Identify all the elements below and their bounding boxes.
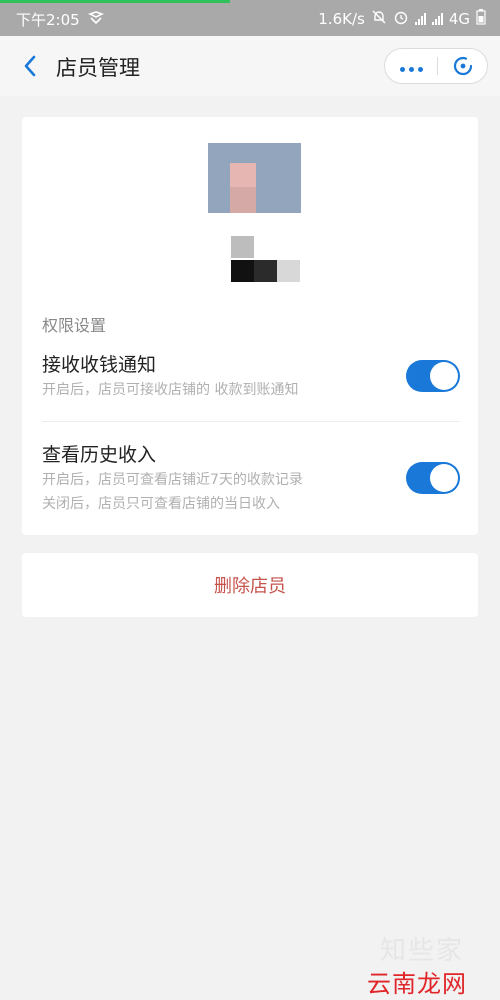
alarm-icon <box>393 9 409 29</box>
member-name-pixelated <box>231 236 301 282</box>
receive-notification-toggle[interactable] <box>406 360 460 392</box>
close-mini-program-button[interactable] <box>438 49 488 83</box>
network-type: 4G <box>448 10 470 28</box>
nav-bar: 店员管理 <box>0 36 500 96</box>
status-left: 下午2:05 <box>16 9 104 30</box>
member-card: 权限设置 接收收钱通知 开启后，店员可接收店铺的 收款到账通知 查看历史收入 开… <box>22 117 478 535</box>
signal-icon <box>414 13 426 25</box>
view-history-desc-line1: 开启后，店员可查看店铺近7天的收款记录 <box>42 472 303 488</box>
more-button[interactable] <box>385 49 437 83</box>
view-history-desc-line2: 关闭后，店员只可查看店铺的当日收入 <box>42 496 280 512</box>
receive-notification-title: 接收收钱通知 <box>42 354 157 376</box>
loading-progress-bar <box>0 0 230 3</box>
status-net-speed: 1.6K/s <box>318 10 365 28</box>
status-time: 下午2:05 <box>16 11 80 29</box>
watermark-grey: 知些家 <box>380 936 465 966</box>
watermark-red: 云南龙网 <box>367 970 467 998</box>
notification-icon <box>87 10 104 29</box>
delete-member-button[interactable]: 删除店员 <box>22 553 478 617</box>
member-avatar <box>208 143 301 213</box>
status-right: 1.6K/s 4G <box>318 9 486 29</box>
chevron-left-icon <box>24 55 36 77</box>
receive-notification-desc: 开启后，店员可接收店铺的 收款到账通知 <box>42 382 299 398</box>
mini-program-capsule <box>384 48 488 84</box>
dnd-off-icon <box>371 9 387 29</box>
view-history-title: 查看历史收入 <box>42 444 157 466</box>
delete-member-label: 删除店员 <box>214 576 286 597</box>
back-button[interactable] <box>14 50 46 82</box>
mini-program-close-icon <box>453 56 473 76</box>
status-bar: 下午2:05 1.6K/s 4G <box>0 0 500 36</box>
item-divider <box>42 421 460 422</box>
toggle-knob <box>430 464 458 492</box>
view-history-toggle[interactable] <box>406 462 460 494</box>
permissions-section-label: 权限设置 <box>42 316 107 335</box>
more-dots-icon <box>398 57 425 76</box>
signal-icon <box>431 13 443 25</box>
page-title: 店员管理 <box>56 56 140 80</box>
toggle-knob <box>430 362 458 390</box>
battery-icon <box>476 9 486 29</box>
